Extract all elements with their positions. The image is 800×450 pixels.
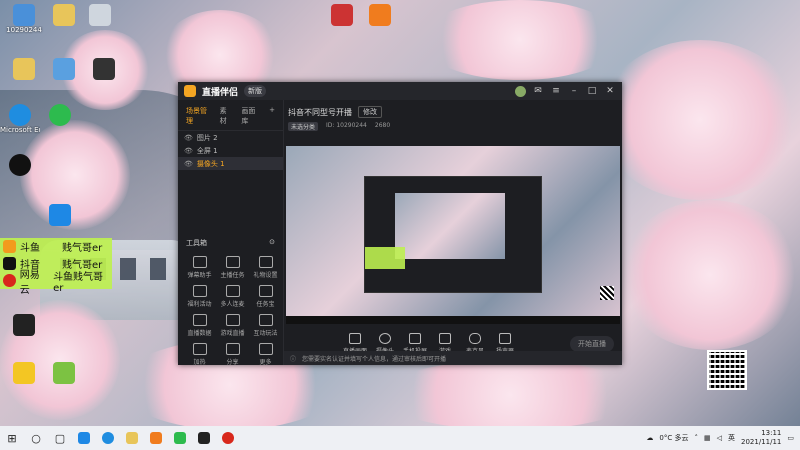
tab-library[interactable]: 画面库 [241,106,259,126]
title-bar: 直播伴侣 新版 ✉ ≡ – □ ✕ [178,82,622,100]
task-view-icon[interactable]: ▢ [48,426,72,450]
tab-scenes[interactable]: 场景管理 [186,106,210,126]
tool-item[interactable]: 福利活动 [184,285,215,308]
toolbox-settings-icon[interactable]: ⊙ [269,238,275,248]
taskbar-music-icon[interactable] [216,426,240,450]
menu-icon[interactable]: ≡ [550,86,562,96]
eye-icon[interactable]: 👁 [184,147,193,155]
edit-title-button[interactable]: 修改 [358,106,382,118]
tool-item[interactable]: 任务宝 [250,285,281,308]
source-item[interactable]: 👁 图片 2 [178,131,283,144]
version-badge[interactable]: 新版 [244,85,267,97]
desktop-icon-game-b[interactable] [360,4,400,26]
start-button[interactable]: ⊞ [0,426,24,450]
eye-icon[interactable]: 👁 [184,134,193,142]
desktop-icon-folder[interactable] [44,4,84,26]
scene-tabs: 场景管理 素材 画面库 + [178,100,283,131]
overlay-row: 网易云 斗鱼贱气哥er [0,270,112,296]
tool-item[interactable]: 游戏直播 [217,314,248,337]
minimize-icon[interactable]: – [568,86,580,96]
live-preview[interactable] [286,146,620,324]
desktop-icon-bot[interactable] [4,362,44,384]
tool-item[interactable]: 分享 [217,343,248,366]
qr-code-mini [600,286,614,300]
weather-icon[interactable]: ☁ [646,434,653,442]
system-tray: ☁ 0°C 多云 ˄ ▦ ◁ 英 13:11 2021/11/11 ▭ [646,426,794,450]
netease-music-icon [3,274,16,287]
ime-indicator[interactable]: 英 [728,433,735,443]
desktop-icon-wechat[interactable] [40,104,80,126]
tool-item[interactable]: 互动玩法 [250,314,281,337]
desktop-icon-qq[interactable] [0,154,40,176]
desktop-icon-phone[interactable] [4,314,44,336]
tool-item[interactable]: 礼物设置 [250,256,281,279]
taskbar: ⊞ ○ ▢ ☁ 0°C 多云 ˄ ▦ ◁ 英 13:11 2021/11/11 … [0,426,800,450]
tool-item[interactable]: 多人连麦 [217,285,248,308]
streamer-overlay: 斗鱼 贱气哥er 抖音 贱气哥er 网易云 斗鱼贱气哥er [0,238,112,296]
tool-item[interactable]: 主播任务 [217,256,248,279]
weather-text[interactable]: 0°C 多云 [659,433,688,443]
info-icon: ⓘ [290,355,297,363]
clock[interactable]: 13:11 2021/11/11 [741,429,781,447]
source-item-selected[interactable]: 👁 摄像头 1 [178,157,283,170]
app-name: 直播伴侣 [202,87,239,98]
overlay-row: 斗鱼 贱气哥er [0,238,112,255]
avatar[interactable] [515,85,526,97]
taskbar-live-icon[interactable] [192,426,216,450]
tool-item[interactable]: 弹幕助手 [184,256,215,279]
taskbar-folder-icon[interactable] [120,426,144,450]
add-scene-icon[interactable]: + [269,106,275,126]
volume-icon[interactable]: ◁ [717,434,722,442]
message-icon[interactable]: ✉ [532,86,544,96]
toolbox-header: 工具箱 ⊙ [186,238,275,248]
maximize-icon[interactable]: □ [586,86,598,96]
toolbox-grid: 弹幕助手 主播任务 礼物设置 福利活动 多人连麦 任务宝 直播数据 游戏直播 互… [184,256,281,366]
taskbar-app[interactable] [72,426,96,450]
notice-bar: ⓘ 您需要实名认证并填写个人信息，通过审核后即可开播 [284,351,622,365]
stream-title: 抖音不同型号开播 [288,107,352,117]
app-logo-icon [184,85,196,97]
taskbar-wechat-icon[interactable] [168,426,192,450]
desktop-icon-doc[interactable] [44,362,84,384]
desktop-icon-chip[interactable] [84,58,124,80]
tray-arrow-icon[interactable]: ˄ [695,434,699,442]
source-item[interactable]: 👁 全屏 1 [178,144,283,157]
notification-icon[interactable]: ▭ [787,434,794,442]
taskbar-game-icon[interactable] [144,426,168,450]
desktop-icon-app[interactable] [40,204,80,226]
close-icon[interactable]: ✕ [604,86,616,96]
taskbar-edge-icon[interactable] [96,426,120,450]
douyu-icon [3,240,16,253]
tab-materials[interactable]: 素材 [220,106,232,126]
live-companion-window[interactable]: 直播伴侣 新版 ✉ ≡ – □ ✕ 场景管理 素材 画面库 + 👁 图片 2 👁 全… [178,82,622,366]
desktop-icon-folder-b[interactable] [4,58,44,80]
tool-item[interactable]: 直播数据 [184,314,215,337]
stream-title-row: 抖音不同型号开播 修改 [284,100,622,120]
eye-icon[interactable]: 👁 [184,160,193,168]
nested-preview [364,176,542,293]
scene-panel: 场景管理 素材 画面库 + 👁 图片 2 👁 全屏 1 👁 摄像头 1 工具箱 ⊙ 弹… [178,100,284,366]
search-icon[interactable]: ○ [24,426,48,450]
desktop-icon-edge[interactable]: Microsoft Edge [0,104,40,134]
stream-meta: 未选分类 ID: 10290244 2680 [284,120,622,133]
douyin-icon [3,257,16,270]
desktop-icon-pc[interactable]: 10290244 [4,4,44,34]
network-icon[interactable]: ▦ [704,434,711,442]
start-live-button[interactable]: 开始直播 [570,336,614,352]
desktop-icon-mail[interactable] [44,58,84,80]
main-area: 抖音不同型号开播 修改 未选分类 ID: 10290244 2680 直播画面 … [284,100,622,365]
desktop-icon-game-a[interactable] [322,4,362,26]
tool-item[interactable]: 加热 [184,343,215,366]
desktop-icon-file[interactable] [80,4,120,26]
tool-item[interactable]: 更多 [250,343,281,366]
qr-code [707,350,747,390]
